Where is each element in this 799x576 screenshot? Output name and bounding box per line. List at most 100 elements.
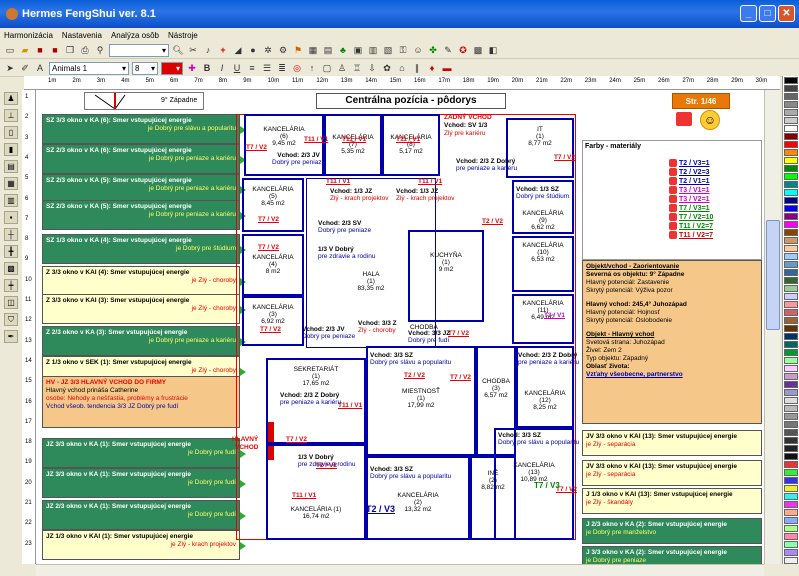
palette-swatch[interactable] bbox=[784, 357, 798, 364]
person-icon[interactable]: ☺ bbox=[412, 44, 424, 56]
palette-swatch[interactable] bbox=[784, 365, 798, 372]
money-icon[interactable]: ▬ bbox=[441, 62, 453, 74]
palette-swatch[interactable] bbox=[784, 397, 798, 404]
room-office-7[interactable]: KANCELÁRIA (7) 5,35 m2 bbox=[324, 114, 382, 176]
palette-swatch[interactable] bbox=[784, 77, 798, 84]
palette-swatch[interactable] bbox=[784, 477, 798, 484]
table-icon[interactable]: ▥ bbox=[367, 44, 379, 56]
room-office-8[interactable]: KANCELÁRIA (8) 5,17 m2 bbox=[382, 114, 440, 176]
palette-swatch[interactable] bbox=[784, 309, 798, 316]
palette-swatch[interactable] bbox=[784, 541, 798, 548]
box-icon[interactable]: ▩ bbox=[472, 44, 484, 56]
ruler-tool-icon[interactable]: ┼ bbox=[4, 228, 18, 241]
hatch-tool-icon[interactable]: ▩ bbox=[4, 262, 18, 275]
palette-swatch[interactable] bbox=[784, 533, 798, 540]
room-office-11[interactable]: KANCELÁRIA (11) 6,49 m2 bbox=[512, 294, 574, 344]
palette-swatch[interactable] bbox=[784, 341, 798, 348]
align-left-icon[interactable]: ≡ bbox=[246, 62, 258, 74]
chest-tool-icon[interactable]: ▪ bbox=[4, 211, 18, 224]
bold-button[interactable]: B bbox=[201, 62, 213, 74]
cut-icon[interactable]: ✂ bbox=[187, 44, 199, 56]
italic-button[interactable]: I bbox=[216, 62, 228, 74]
save-icon[interactable]: ■ bbox=[34, 44, 46, 56]
palette-swatch[interactable] bbox=[784, 453, 798, 460]
palette-swatch[interactable] bbox=[784, 517, 798, 524]
horizontal-scrollbar[interactable] bbox=[36, 564, 764, 576]
menu-analyza-osob[interactable]: Analýza osôb bbox=[111, 31, 159, 40]
text-tool-icon[interactable]: A bbox=[34, 62, 46, 74]
palette-swatch[interactable] bbox=[784, 333, 798, 340]
wall-tool-icon[interactable]: ▮ bbox=[4, 143, 18, 156]
palette-swatch[interactable] bbox=[784, 237, 798, 244]
palette-swatch[interactable] bbox=[784, 421, 798, 428]
brush-icon[interactable]: ✐ bbox=[19, 62, 31, 74]
palette-swatch[interactable] bbox=[784, 349, 798, 356]
grid-tool-icon[interactable]: ▦ bbox=[4, 177, 18, 190]
pin-icon[interactable]: ✎ bbox=[442, 44, 454, 56]
flag-icon[interactable]: ⚑ bbox=[292, 44, 304, 56]
color-palette[interactable] bbox=[782, 76, 799, 564]
clover-icon[interactable]: ✤ bbox=[427, 44, 439, 56]
palette-swatch[interactable] bbox=[784, 245, 798, 252]
vertical-scrollbar[interactable] bbox=[764, 90, 780, 564]
room-office-10[interactable]: KANCELÁRIA (10) 6,53 m2 bbox=[512, 236, 574, 292]
save-all-icon[interactable]: ■ bbox=[49, 44, 61, 56]
room-kitchen[interactable]: KUCHYŇA (1) 9 m2 bbox=[408, 230, 484, 322]
color-select[interactable]: ▾ bbox=[161, 61, 183, 75]
palette-swatch[interactable] bbox=[784, 165, 798, 172]
align-center-icon[interactable]: ☰ bbox=[261, 62, 273, 74]
palette-swatch[interactable] bbox=[784, 261, 798, 268]
arrow-down-icon[interactable]: ⇩ bbox=[366, 62, 378, 74]
align-right-icon[interactable]: ≣ bbox=[276, 62, 288, 74]
coin-icon[interactable]: ♦ bbox=[426, 62, 438, 74]
palette-swatch[interactable] bbox=[784, 405, 798, 412]
floorplan-canvas[interactable]: 9° Západne Centrálna pozícia - pôdorys S… bbox=[36, 90, 764, 564]
door-tool-icon[interactable]: ▯ bbox=[4, 126, 18, 139]
palette-swatch[interactable] bbox=[784, 301, 798, 308]
flower-icon[interactable]: ✿ bbox=[381, 62, 393, 74]
image-icon[interactable]: ▣ bbox=[352, 44, 364, 56]
person-tool-icon[interactable]: ♟ bbox=[4, 92, 18, 105]
palette-swatch[interactable] bbox=[784, 317, 798, 324]
new-icon[interactable]: ▭ bbox=[4, 44, 16, 56]
lock-icon[interactable]: ⚿ bbox=[397, 44, 409, 56]
close-button[interactable]: ✕ bbox=[778, 5, 795, 22]
palette-icon[interactable]: ◧ bbox=[487, 44, 499, 56]
palette-swatch[interactable] bbox=[784, 213, 798, 220]
palette-swatch[interactable] bbox=[784, 229, 798, 236]
palette-swatch[interactable] bbox=[784, 101, 798, 108]
palette-swatch[interactable] bbox=[784, 429, 798, 436]
split-tool-icon[interactable]: ╋ bbox=[4, 245, 18, 258]
palette-swatch[interactable] bbox=[784, 549, 798, 556]
calc-icon[interactable]: ▧ bbox=[382, 44, 394, 56]
palette-swatch[interactable] bbox=[784, 269, 798, 276]
size-select[interactable]: 8 ▾ bbox=[132, 61, 158, 75]
palette-swatch[interactable] bbox=[784, 189, 798, 196]
palette-swatch[interactable] bbox=[784, 277, 798, 284]
palette-swatch[interactable] bbox=[784, 173, 798, 180]
palette-swatch[interactable] bbox=[784, 221, 798, 228]
palette-swatch[interactable] bbox=[784, 413, 798, 420]
underline-button[interactable]: U bbox=[231, 62, 243, 74]
palette-swatch[interactable] bbox=[784, 117, 798, 124]
print-icon[interactable]: ⎙ bbox=[79, 44, 91, 56]
palette-swatch[interactable] bbox=[784, 461, 798, 468]
plus-icon[interactable]: + bbox=[217, 44, 229, 56]
search-combo[interactable]: ▾ bbox=[109, 43, 169, 57]
palette-swatch[interactable] bbox=[784, 149, 798, 156]
table-tool-icon[interactable]: ▥ bbox=[4, 194, 18, 207]
palette-swatch[interactable] bbox=[784, 525, 798, 532]
ball-icon[interactable]: ● bbox=[247, 44, 259, 56]
menu-harmonizacia[interactable]: Harmonizácia bbox=[4, 31, 53, 40]
palette-swatch[interactable] bbox=[784, 381, 798, 388]
palette-swatch[interactable] bbox=[784, 485, 798, 492]
room-office-3[interactable]: KANCELÁRIA (3) 6,92 m2 bbox=[242, 296, 304, 346]
find-icon[interactable]: ⚲ bbox=[94, 44, 106, 56]
cross-tool-icon[interactable]: ┿ bbox=[4, 279, 18, 292]
palette-swatch[interactable] bbox=[784, 285, 798, 292]
layers-tool-icon[interactable]: ◫ bbox=[4, 296, 18, 309]
bell-icon[interactable]: ♪ bbox=[202, 44, 214, 56]
chart-icon[interactable]: ◢ bbox=[232, 44, 244, 56]
pointer-icon[interactable]: ➤ bbox=[4, 62, 16, 74]
copy-icon[interactable]: ❐ bbox=[64, 44, 76, 56]
